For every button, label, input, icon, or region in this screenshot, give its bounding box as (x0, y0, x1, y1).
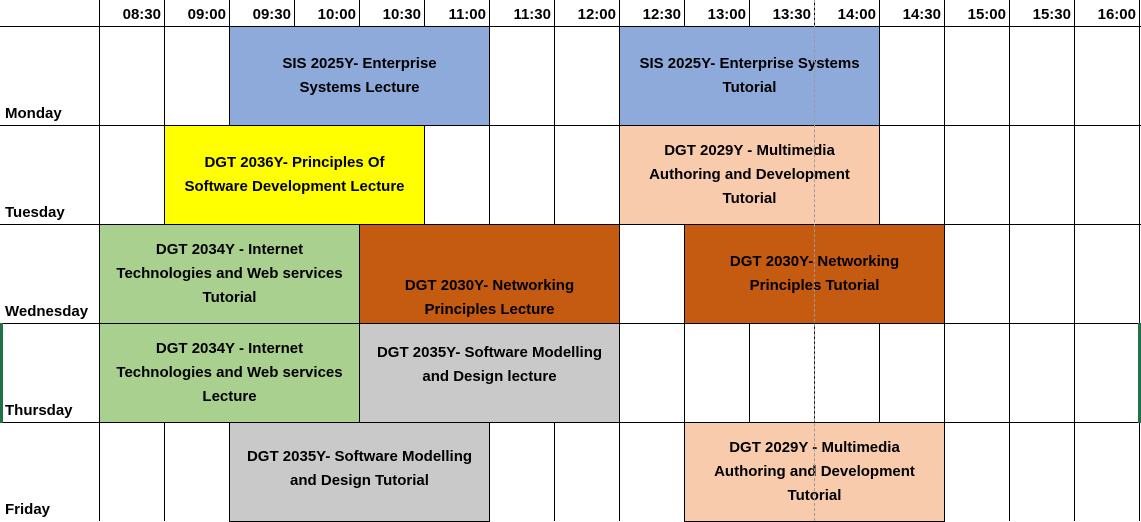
session-block-thursday-dgt2034-lecture[interactable]: DGT 2034Y - Internet Technologies and We… (99, 323, 360, 423)
time-header: 15:00 (967, 5, 1006, 23)
time-header: 11:00 (448, 5, 486, 23)
day-label-thursday: Thursday (5, 402, 73, 419)
session-label: DGT 2034Y - Internet Technologies and We… (116, 340, 343, 405)
session-block-tuesday-dgt2036-lecture[interactable]: DGT 2036Y- Principles Of Software Develo… (164, 125, 425, 225)
session-block-tuesday-dgt2029-tutorial[interactable]: DGT 2029Y - Multimedia Authoring and Dev… (619, 125, 880, 225)
time-header: 12:30 (642, 5, 681, 23)
day-label-wednesday: Wednesday (5, 303, 89, 320)
session-label: DGT 2036Y- Principles Of Software Develo… (184, 154, 405, 195)
time-header: 10:00 (317, 5, 356, 23)
page-break-line (814, 0, 815, 521)
time-header: 10:30 (382, 5, 421, 23)
session-block-monday-sis2025-lecture[interactable]: SIS 2025Y- Enterprise Systems Lecture (229, 26, 490, 126)
selection-edge-left (0, 323, 3, 423)
session-block-friday-dgt2035-tutorial[interactable]: DGT 2035Y- Software Modelling and Design… (229, 422, 490, 522)
time-header: 14:00 (837, 5, 876, 23)
time-header: 09:00 (187, 5, 226, 23)
session-label: DGT 2035Y- Software Modelling and Design… (376, 344, 603, 385)
grid-line (1074, 0, 1075, 521)
session-label: SIS 2025Y- Enterprise Systems Tutorial (639, 55, 860, 96)
session-block-wednesday-dgt2030-lecture[interactable]: DGT 2030Y- Networking Principles Lecture (359, 224, 620, 324)
session-label: DGT 2035Y- Software Modelling and Design… (246, 448, 473, 489)
day-label-monday: Monday (5, 105, 62, 122)
time-header: 14:30 (902, 5, 941, 23)
session-label: DGT 2034Y - Internet Technologies and We… (116, 241, 343, 306)
session-label: DGT 2030Y- Networking Principles Lecture (404, 277, 575, 318)
time-header: 12:00 (577, 5, 616, 23)
time-header: 13:30 (772, 5, 811, 23)
time-header: 13:00 (707, 5, 746, 23)
day-label-friday: Friday (5, 501, 51, 518)
session-label: DGT 2029Y - Multimedia Authoring and Dev… (649, 142, 850, 207)
session-block-wednesday-dgt2034-tutorial[interactable]: DGT 2034Y - Internet Technologies and We… (99, 224, 360, 324)
day-label-tuesday: Tuesday (5, 204, 65, 221)
timetable-grid: 08:30 09:00 09:30 10:00 10:30 11:00 11:3… (0, 0, 1141, 522)
time-header: 16:00 (1097, 5, 1136, 23)
grid-line (1139, 0, 1140, 521)
session-label: SIS 2025Y- Enterprise Systems Lecture (282, 55, 437, 96)
session-block-monday-sis2025-tutorial[interactable]: SIS 2025Y- Enterprise Systems Tutorial (619, 26, 880, 126)
time-header: 15:30 (1032, 5, 1071, 23)
time-header: 11:30 (513, 5, 551, 23)
grid-line (1009, 0, 1010, 521)
grid-line (0, 26, 1141, 27)
time-header: 08:30 (122, 5, 161, 23)
session-block-thursday-dgt2035-lecture[interactable]: DGT 2035Y- Software Modelling and Design… (359, 323, 620, 423)
time-header: 09:30 (252, 5, 291, 23)
